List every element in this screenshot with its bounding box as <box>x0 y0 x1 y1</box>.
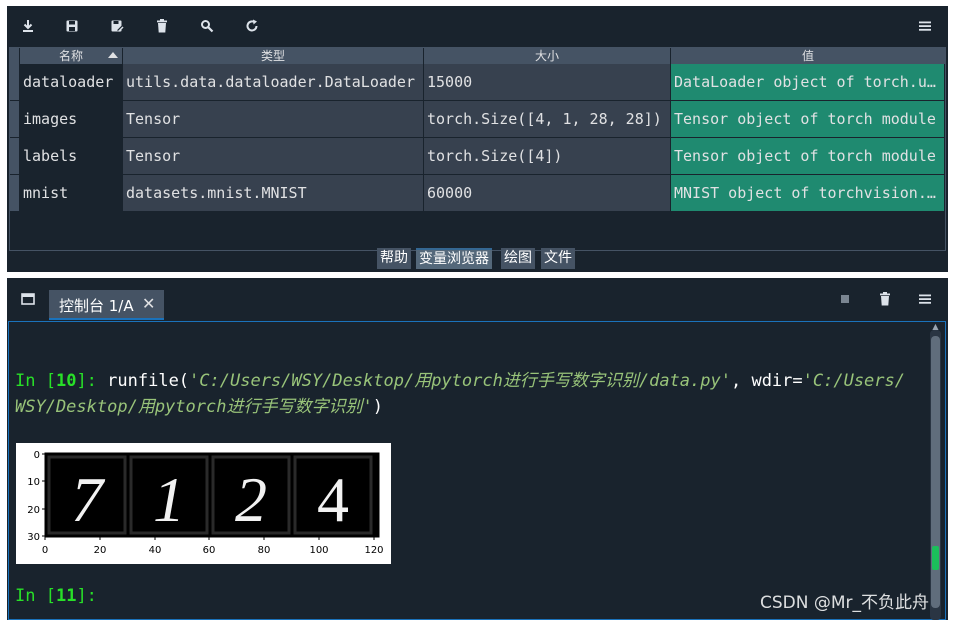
watermark: CSDN @Mr_不负此舟 <box>760 593 930 613</box>
cell-type[interactable]: datasets.mnist.MNIST <box>123 175 424 211</box>
table-row[interactable]: dataloader utils.data.dataloader.DataLoa… <box>10 64 945 101</box>
table-row[interactable]: mnist datasets.mnist.MNIST 60000 MNIST o… <box>10 175 945 212</box>
interrupt-kernel-icon[interactable] <box>833 287 857 311</box>
close-icon[interactable]: ✕ <box>142 294 155 313</box>
cell-name[interactable]: labels <box>20 138 123 174</box>
console-pane: 控制台 1/A ✕ In [10]: runfile('C:/Users/WSY… <box>7 278 948 620</box>
sort-ascending-icon <box>108 52 118 58</box>
options-menu-icon[interactable] <box>913 287 937 311</box>
digit-glyph: 1 <box>153 464 185 535</box>
x-tick-label: 0 <box>42 545 48 556</box>
command-arg-path: 'C:/Users/WSY/Desktop/用pytorch进行手写数字识别/d… <box>189 371 731 391</box>
remove-all-icon[interactable] <box>150 14 174 38</box>
digit-glyph: 7 <box>71 464 106 535</box>
x-tick-label: 100 <box>309 545 328 556</box>
save-data-icon[interactable] <box>60 14 84 38</box>
row-header[interactable] <box>10 175 19 211</box>
x-tick-label: 120 <box>364 545 383 556</box>
cell-size[interactable]: torch.Size([4, 1, 28, 28]) <box>424 101 671 137</box>
header-corner <box>10 48 20 64</box>
row-header[interactable] <box>10 101 19 137</box>
scroll-up-icon[interactable]: ▲ <box>930 323 941 331</box>
digit-glyph: 4 <box>317 464 349 535</box>
search-icon[interactable] <box>195 14 219 38</box>
command-arg-wdir: 'C:/Users/ <box>802 371 905 391</box>
cell-size[interactable]: 60000 <box>424 175 671 211</box>
variable-explorer-toolbar <box>7 6 948 46</box>
cell-value[interactable]: Tensor object of torch module <box>671 101 945 137</box>
cell-type[interactable]: Tensor <box>123 138 424 174</box>
cell-type[interactable]: Tensor <box>123 101 424 137</box>
row-header[interactable] <box>10 64 19 100</box>
variable-table[interactable]: 名称 类型 大小 值 dataloader utils.data.dataloa… <box>9 47 946 251</box>
command-end: ) <box>372 397 383 417</box>
console-next-prompt[interactable]: In [11]: <box>15 586 97 606</box>
header-name[interactable]: 名称 <box>20 48 123 64</box>
prompt-prefix: In [ <box>15 371 56 391</box>
tab-variable-explorer[interactable]: 变量浏览器 <box>416 248 492 269</box>
cell-size[interactable]: torch.Size([4]) <box>424 138 671 174</box>
y-tick-label: 0 <box>34 450 40 461</box>
console-input-line: In [10]: runfile('C:/Users/WSY/Desktop/用… <box>15 368 905 420</box>
y-tick-label: 30 <box>27 532 40 543</box>
cell-value[interactable]: MNIST object of torchvision.… <box>671 175 945 211</box>
tab-help[interactable]: 帮助 <box>377 248 411 269</box>
y-axis: 0 10 20 30 <box>27 450 45 543</box>
prompt-number: 10 <box>55 371 77 391</box>
prompt-number: 11 <box>55 586 77 606</box>
x-tick-label: 40 <box>149 545 162 556</box>
header-value[interactable]: 值 <box>671 48 945 64</box>
table-row[interactable]: images Tensor torch.Size([4, 1, 28, 28])… <box>10 101 945 138</box>
console-tab[interactable]: 控制台 1/A ✕ <box>49 290 164 320</box>
cell-name[interactable]: dataloader <box>20 64 123 100</box>
console-toolbar: 控制台 1/A ✕ <box>7 278 948 320</box>
variable-explorer-pane: 名称 类型 大小 值 dataloader utils.data.dataloa… <box>7 6 948 272</box>
table-header: 名称 类型 大小 值 <box>10 48 945 64</box>
cell-name[interactable]: images <box>20 101 123 137</box>
command-function: runfile( <box>96 371 190 391</box>
y-tick-label: 20 <box>27 505 40 516</box>
row-header[interactable] <box>10 138 19 174</box>
prompt-prefix: In [ <box>15 586 56 606</box>
tab-plots[interactable]: 绘图 <box>501 248 535 269</box>
options-menu-icon[interactable] <box>913 14 937 38</box>
tab-files[interactable]: 文件 <box>541 248 575 269</box>
y-tick-label: 10 <box>27 477 40 488</box>
inline-plot: 7 1 2 4 0 10 20 30 0 20 40 60 80 100 120 <box>16 443 391 564</box>
table-row[interactable]: labels Tensor torch.Size([4]) Tensor obj… <box>10 138 945 175</box>
prompt-suffix: ]: <box>76 371 97 391</box>
command-arg-wdir-cont: WSY/Desktop/用pytorch进行手写数字识别' <box>15 397 373 417</box>
digit-glyph: 2 <box>235 464 267 535</box>
refresh-icon[interactable] <box>240 14 264 38</box>
cell-value[interactable]: Tensor object of torch module <box>671 138 945 174</box>
command-separator: , wdir= <box>730 371 803 391</box>
scroll-position-marker <box>932 546 939 570</box>
remove-all-icon[interactable] <box>873 287 897 311</box>
x-tick-label: 20 <box>94 545 107 556</box>
console-tab-label: 控制台 1/A <box>59 297 134 315</box>
cell-size[interactable]: 15000 <box>424 64 671 100</box>
cell-type[interactable]: utils.data.dataloader.DataLoader <box>123 64 424 100</box>
cell-value[interactable]: DataLoader object of torch.u… <box>671 64 945 100</box>
cell-name[interactable]: mnist <box>20 175 123 211</box>
import-data-icon[interactable] <box>16 14 40 38</box>
x-axis: 0 20 40 60 80 100 120 <box>42 537 384 556</box>
save-data-as-icon[interactable] <box>105 14 129 38</box>
header-name-label: 名称 <box>58 49 83 63</box>
console-scrollbar[interactable]: ▲ <box>930 323 941 620</box>
header-type[interactable]: 类型 <box>123 48 424 64</box>
prompt-suffix: ]: <box>76 586 97 606</box>
header-size[interactable]: 大小 <box>424 48 671 64</box>
x-tick-label: 80 <box>258 545 271 556</box>
plot-svg: 7 1 2 4 0 10 20 30 0 20 40 60 80 100 120 <box>27 450 384 556</box>
x-tick-label: 60 <box>203 545 216 556</box>
browse-tabs-icon[interactable] <box>16 287 40 311</box>
console-output-area[interactable]: In [10]: runfile('C:/Users/WSY/Desktop/用… <box>8 321 946 620</box>
